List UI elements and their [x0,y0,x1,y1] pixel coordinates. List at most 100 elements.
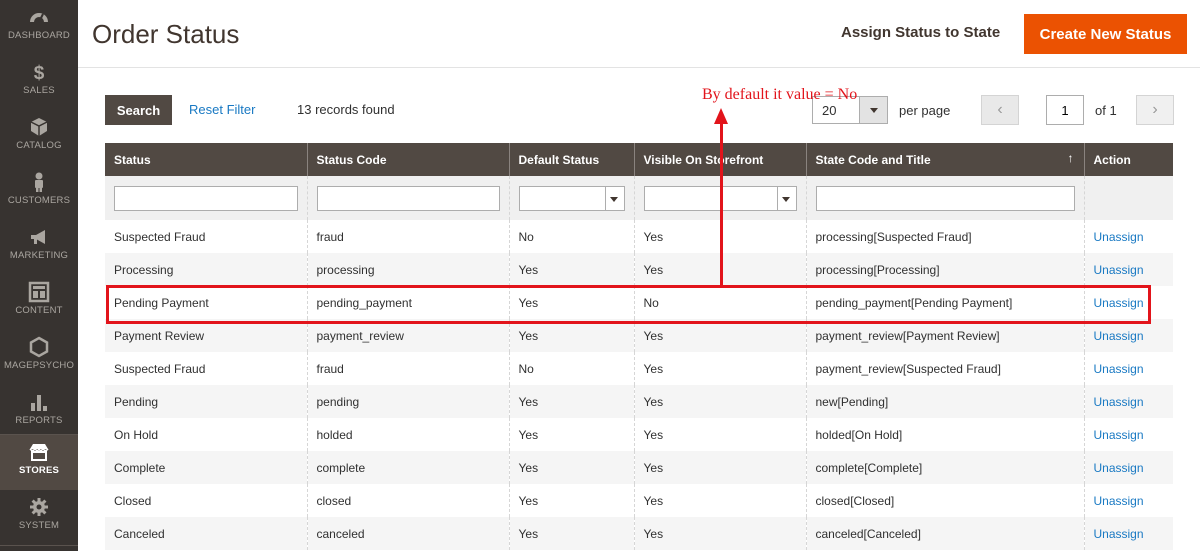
unassign-link[interactable]: Unassign [1083,286,1173,319]
table-row[interactable]: Suspected Fraud fraud No Yes payment_review[… [105,352,1173,385]
default-status-filter-select[interactable] [518,185,625,211]
page-total-label: of 1 [1095,103,1117,118]
nav-label: STORES [18,465,60,476]
store-icon [29,444,49,461]
default-status-cell: Yes [508,286,634,319]
state-code-cell: holded[On Hold] [805,418,1084,451]
column-header-default-status[interactable]: Default Status [508,143,634,176]
table-row[interactable]: Pending Payment pending_payment Yes No pendi… [105,286,1173,319]
visible-storefront-cell: Yes [633,418,806,451]
filter-cell [805,176,1084,220]
nav-divider [0,545,78,546]
annotation-arrow-head [714,108,728,124]
nav-label: CATALOG [16,140,62,151]
column-header-status[interactable]: Status [105,143,307,176]
annotation-arrow-line [720,120,723,286]
filter-cell [105,176,307,220]
unassign-link[interactable]: Unassign [1083,517,1173,550]
status-code-cell: processing [306,253,509,286]
unassign-link[interactable]: Unassign [1083,385,1173,418]
unassign-link[interactable]: Unassign [1083,352,1173,385]
nav-label: REPORTS [15,415,63,426]
state-code-cell: processing[Processing] [805,253,1084,286]
nav-dashboard[interactable]: DASHBOARD [0,0,78,55]
state-code-cell: payment_review[Suspected Fraud] [805,352,1084,385]
table-row[interactable]: Suspected Fraud fraud No Yes processing[Susp… [105,220,1173,253]
table-row[interactable]: Complete complete Yes Yes complete[Complete]… [105,451,1173,484]
grid-body: Suspected Fraud fraud No Yes processing[Susp… [105,220,1173,550]
unassign-link[interactable]: Unassign [1083,220,1173,253]
status-cell: Pending [105,385,307,418]
unassign-link[interactable]: Unassign [1083,451,1173,484]
status-cell: Payment Review [105,319,307,352]
table-row[interactable]: Closed closed Yes Yes closed[Closed] Unassign [105,484,1173,517]
nav-label: MARKETING [9,250,69,261]
bar-chart-icon [31,395,47,411]
nav-label: DASHBOARD [8,30,70,41]
column-header-status-code[interactable]: Status Code [306,143,509,176]
svg-text:$: $ [34,63,45,83]
state-code-cell: processing[Suspected Fraud] [805,220,1084,253]
state-code-cell: payment_review[Payment Review] [805,319,1084,352]
nav-content[interactable]: CONTENT [0,275,78,330]
nav-sales[interactable]: $ SALES [0,55,78,110]
status-code-cell: pending [306,385,509,418]
visible-storefront-cell: No [633,286,806,319]
table-row[interactable]: Pending pending Yes Yes new[Pending] Unassign [105,385,1173,418]
default-status-cell: Yes [508,484,634,517]
status-code-cell: pending_payment [306,286,509,319]
unassign-link[interactable]: Unassign [1083,319,1173,352]
nav-marketing[interactable]: MARKETING [0,220,78,275]
default-status-cell: Yes [508,385,634,418]
visible-storefront-cell: Yes [633,451,806,484]
state-code-cell: pending_payment[Pending Payment] [805,286,1084,319]
nav-stores[interactable]: STORES [0,435,78,490]
status-cell: Suspected Fraud [105,352,307,385]
nav-reports[interactable]: REPORTS [0,385,78,440]
visible-storefront-cell: Yes [633,319,806,352]
cube-icon [30,118,48,136]
page-number-input[interactable] [1046,95,1084,125]
grid-header-row: Status Status Code Default Status Visibl… [105,143,1173,176]
unassign-link[interactable]: Unassign [1083,418,1173,451]
unassign-link[interactable]: Unassign [1083,253,1173,286]
unassign-link[interactable]: Unassign [1083,484,1173,517]
sort-arrow-icon: ↑ [1067,151,1074,165]
table-row[interactable]: Payment Review payment_review Yes Yes paymen… [105,319,1173,352]
nav-catalog[interactable]: CATALOG [0,110,78,165]
status-cell: Canceled [105,517,307,550]
annotation-arrow-connector [720,283,723,286]
assign-status-button[interactable]: Assign Status to State [841,24,1000,41]
default-status-cell: Yes [508,253,634,286]
nav-customers[interactable]: CUSTOMERS [0,165,78,220]
nav-magepsycho[interactable]: MAGEPSYCHO [0,330,78,385]
state-code-filter-input[interactable] [815,185,1075,211]
table-row[interactable]: Processing processing Yes Yes processing[Pro… [105,253,1173,286]
visible-storefront-cell: Yes [633,517,806,550]
table-row[interactable]: Canceled canceled Yes Yes canceled[Canceled]… [105,517,1173,550]
nav-system[interactable]: SYSTEM [0,490,78,545]
hexagon-icon [29,336,49,358]
reset-filter-link[interactable]: Reset Filter [189,102,255,117]
dashboard-icon [30,13,48,23]
per-page-value: 20 [822,103,837,118]
status-code-filter-input[interactable] [316,185,500,211]
state-code-cell: closed[Closed] [805,484,1084,517]
nav-label: CUSTOMERS [7,195,71,206]
visible-storefront-cell: Yes [633,385,806,418]
status-filter-input[interactable] [114,185,298,211]
status-code-cell: holded [306,418,509,451]
create-new-status-button[interactable]: Create New Status [1024,14,1187,54]
chevron-down-icon[interactable] [859,97,887,123]
status-code-cell: fraud [306,220,509,253]
search-button[interactable]: Search [105,95,172,125]
status-code-cell: complete [306,451,509,484]
records-count: 13 records found [297,102,395,117]
table-row[interactable]: On Hold holded Yes Yes holded[On Hold] Unassi… [105,418,1173,451]
status-cell: Complete [105,451,307,484]
prev-page-button[interactable]: ‹ [981,95,1019,125]
next-page-button[interactable]: › [1136,95,1174,125]
page-title: Order Status [92,19,240,49]
column-header-action: Action [1083,143,1173,176]
column-header-state-code[interactable]: State Code and Title ↑ [805,143,1084,176]
